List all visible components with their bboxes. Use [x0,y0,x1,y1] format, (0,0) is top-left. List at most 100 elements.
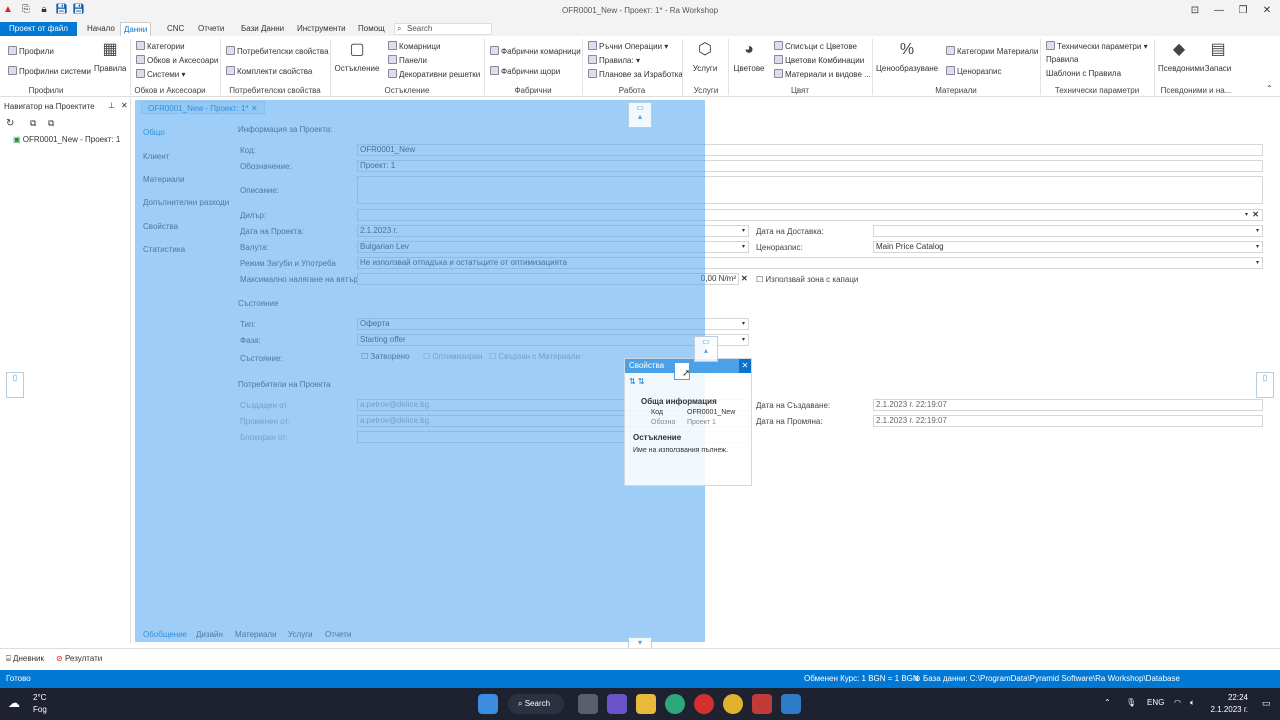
dealer-field[interactable]: ▾ ✕ [357,209,1263,221]
categories-button[interactable]: Категории [136,41,185,52]
chevron-down-icon[interactable]: ▾ [742,335,745,345]
ra-workshop-icon[interactable] [752,694,772,714]
close-properties-icon[interactable]: ✕ [739,359,751,373]
designation-field[interactable]: Проект: 1 [357,160,1263,172]
journal-tab[interactable]: ⌸ Дневник [6,654,44,664]
dock-guide-top[interactable]: ▭ ▴ [628,102,652,128]
layout-icon[interactable]: ⊡ [1188,4,1202,18]
tab-help[interactable]: Помощ [355,22,388,36]
tab-home[interactable]: Начало [84,22,118,36]
waste-field[interactable]: Не използвай отпадъка и остатъците от оп… [357,257,1263,269]
side-item-stats[interactable]: Статистика [143,245,185,254]
search-input[interactable]: ⌕ Search [394,23,492,35]
drip-checkbox[interactable]: ☐ Използвай зона с капаци [756,275,858,284]
clock-time[interactable]: 22:24 [1220,693,1248,702]
sashes-button[interactable]: Комарници [388,41,440,52]
prod-plans-button[interactable]: Планове за Изработка [588,69,683,80]
collapse-ribbon-icon[interactable]: ⌃ [1266,84,1273,93]
currency-field[interactable]: Bulgarian Lev ▾ [357,241,749,253]
edge-icon[interactable] [665,694,685,714]
price-list-button[interactable]: Ценоразпис [946,66,1002,77]
chevron-down-icon[interactable]: ▾ [1256,258,1259,268]
language-indicator[interactable]: ENG [1147,698,1164,707]
mat-categories-button[interactable]: Категории Материали [946,46,1038,57]
description-field[interactable] [357,176,1263,204]
tab-databases[interactable]: Бази Данни [238,22,287,36]
prop-sets-button[interactable]: Комплекти свойства [226,66,312,77]
stocks-button[interactable]: ▤ Запаси [1202,40,1234,74]
chevron-down-icon[interactable]: ▾ [742,319,745,329]
tree-item-project[interactable]: ▣ OFR0001_New - Проект: 1 [13,135,120,144]
notification-icon[interactable]: ▭ [1262,698,1271,709]
copy-icon[interactable]: ⧉ [30,118,36,129]
dock-guide-right[interactable]: ▯ [1256,372,1274,398]
tab-data[interactable]: Данни [120,22,152,36]
chevron-down-icon[interactable]: ▾ [742,242,745,252]
side-item-properties[interactable]: Свойства [143,222,178,231]
side-item-client[interactable]: Клиент [143,152,169,161]
closed-checkbox[interactable]: ☐ Затворено [361,352,410,361]
rules-button[interactable]: ▦ Правила [94,40,126,74]
profile-systems-button[interactable]: Профилни системи [8,66,91,77]
tray-chevron-icon[interactable]: ⌃ [1104,698,1111,707]
clock-date[interactable]: 2.1.2023 г. [1206,705,1248,714]
start-icon[interactable] [478,694,498,714]
templates-rules-button[interactable]: Шаблони с Правила [1046,69,1121,79]
attach-icon[interactable]: ⧉ [48,118,54,129]
profiles-button[interactable]: Профили [8,46,54,57]
tab-tools[interactable]: Инструменти [294,22,349,36]
pin-icon[interactable]: ⊥ [108,101,115,110]
tab-design[interactable]: Дизайн [196,630,223,639]
tab-file[interactable]: Проект от файл [0,22,77,36]
color-lists-button[interactable]: Списъци с Цветове [774,41,857,52]
fittings-button[interactable]: Обков и Аксесоари [136,55,218,66]
side-item-extra[interactable]: Допълнителни разходи [143,198,229,207]
materials-colors-button[interactable]: Материали и видове ... [774,69,871,80]
systems-button[interactable]: Системи ▾ [136,69,186,80]
panels-button[interactable]: Панели [388,55,427,66]
code-field[interactable]: OFR0001_New [357,144,1263,156]
user-props-button[interactable]: Потребителски свойства [226,46,329,57]
results-tab[interactable]: ⊘ Резултати [56,654,102,663]
tech-params-button[interactable]: Технически параметри ▾ [1046,41,1148,52]
aliases-button[interactable]: ◆ Псевдоними [1158,40,1204,74]
deco-grid-button[interactable]: Декоративни решетки [388,69,480,80]
side-item-materials[interactable]: Материали [143,175,185,184]
chrome-icon[interactable] [723,694,743,714]
side-item-general[interactable]: Общо [143,128,165,137]
rules3-button[interactable]: Правила [1046,55,1078,65]
pricelist-field[interactable]: Main Price Catalog ▾ [873,241,1263,253]
colors-button[interactable]: ◕ Цветове [732,40,766,74]
glazing-button[interactable]: ▢ Остъкление [334,40,380,74]
delivery-field[interactable]: ▾ [873,225,1263,237]
volume-icon[interactable]: 🔈︎ [1190,698,1195,708]
services-button[interactable]: ⬡ Услуги [688,40,722,74]
refresh-icon[interactable]: ↻ [6,118,14,129]
document-tab[interactable]: OFR0001_New - Проект: 1* ✕ [141,101,265,114]
teams-icon[interactable] [607,694,627,714]
minimize-button[interactable]: — [1212,4,1226,18]
dock-center-top[interactable]: ▭ ▴ [694,336,718,362]
wind-field[interactable]: 0,00 N/m² [357,273,739,285]
tab-materials[interactable]: Материали [235,630,277,639]
dock-guide-left[interactable]: ▯ [6,372,24,398]
tab-cnc[interactable]: CNC [164,22,187,36]
mic-icon[interactable]: 🎙︎ [1126,698,1136,707]
taskbar-search[interactable]: ⌕ Search [508,694,564,714]
wifi-icon[interactable]: ◠ [1174,698,1181,707]
chevron-down-icon[interactable]: ▾ [1245,210,1248,220]
file-explorer-icon[interactable] [636,694,656,714]
close-button[interactable]: ✕ [1260,4,1274,18]
chevron-down-icon[interactable]: ▾ [742,226,745,236]
chevron-down-icon[interactable]: ▾ [1256,242,1259,252]
clear-icon[interactable]: ✕ [1252,210,1259,220]
tab-reports-doc[interactable]: Отчети [325,630,351,639]
tab-services[interactable]: Услуги [288,630,313,639]
manual-ops-button[interactable]: Ръчни Операции ▾ [588,41,668,52]
tab-summary[interactable]: Обобщение [143,630,187,639]
phase-field[interactable]: Starting offer ▾ [357,334,749,346]
close-panel-icon[interactable]: ✕ [121,101,128,110]
chevron-down-icon[interactable]: ▾ [1256,226,1259,236]
close-tab-icon[interactable]: ✕ [251,104,258,113]
tab-reports[interactable]: Отчети [195,22,227,36]
